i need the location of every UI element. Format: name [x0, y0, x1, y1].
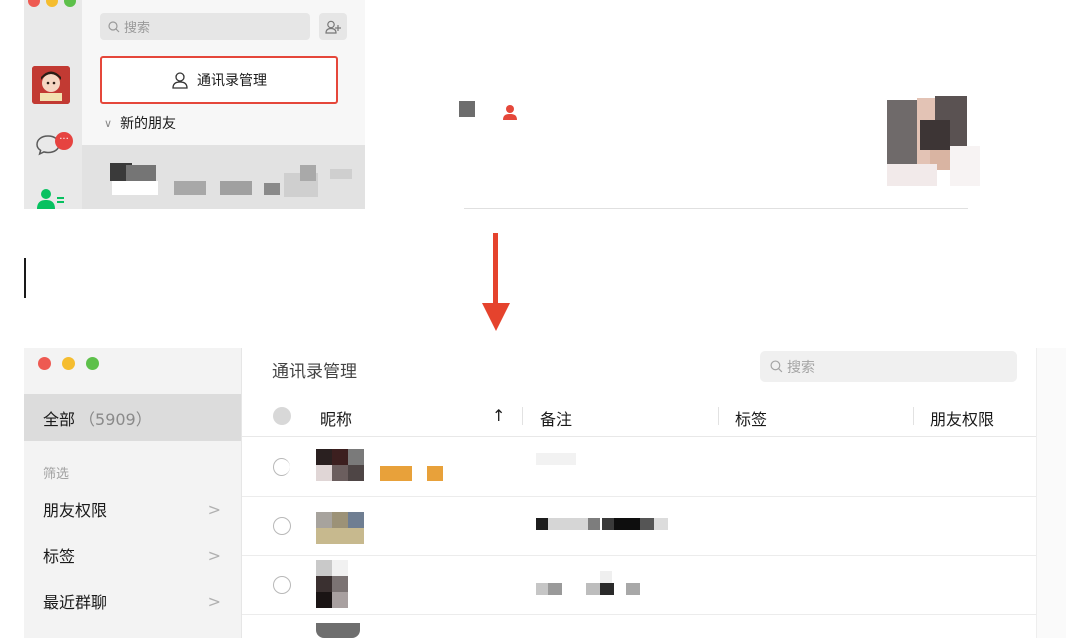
search-icon	[108, 20, 120, 32]
table-row[interactable]	[242, 555, 1036, 615]
close-window-dot[interactable]	[38, 357, 51, 370]
contacts-manage-label: 通讯录管理	[197, 73, 267, 89]
unread-badge: ···	[55, 132, 73, 150]
select-all-checkbox[interactable]	[273, 407, 291, 425]
column-divider[interactable]	[522, 407, 523, 425]
search-placeholder: 搜索	[787, 359, 815, 376]
blurred-image	[459, 101, 475, 117]
sidebar-item-label: 朋友权限	[43, 501, 108, 520]
person-red-icon	[503, 105, 517, 120]
search-input[interactable]: 搜索	[760, 351, 1017, 382]
new-friends-label: 新的朋友	[120, 116, 177, 132]
text-cursor	[24, 258, 26, 298]
maximize-window-dot[interactable]	[86, 357, 99, 370]
person-icon	[172, 72, 188, 89]
chevron-right-icon: >	[207, 591, 221, 611]
avatar	[316, 623, 360, 638]
contacts-icon[interactable]	[37, 188, 65, 209]
sidebar-item-friend-permissions[interactable]: 朋友权限 >	[24, 489, 241, 529]
column-header-friend-permissions[interactable]: 朋友权限	[930, 406, 994, 430]
column-divider[interactable]	[718, 407, 719, 425]
contacts-count: （5909）	[79, 409, 152, 429]
sort-ascending-icon[interactable]: ↑	[492, 406, 505, 425]
list-item[interactable]	[82, 145, 365, 209]
search-icon	[770, 360, 783, 373]
chevron-right-icon: >	[207, 499, 221, 519]
manage-main-panel: 通讯录管理 搜索 昵称 ↑ 备注 标签 朋友权限	[242, 348, 1036, 638]
add-contact-button[interactable]	[319, 13, 347, 40]
new-friends-section[interactable]: ∨ 新的朋友	[104, 113, 176, 133]
add-friend-icon	[325, 20, 341, 34]
page-title: 通讯录管理	[272, 362, 357, 382]
close-window-dot[interactable]	[28, 0, 40, 7]
row-checkbox[interactable]	[273, 576, 291, 594]
contacts-list-column: 搜索 通讯录管理 ∨ 新的朋友	[82, 0, 365, 209]
column-header-nickname[interactable]: 昵称	[320, 406, 352, 430]
left-nav-rail: ···	[24, 0, 82, 209]
down-arrow-icon	[493, 233, 498, 307]
minimize-window-dot[interactable]	[46, 0, 58, 7]
window-edge	[1036, 348, 1066, 638]
table-row[interactable]	[242, 437, 1036, 497]
divider	[464, 208, 968, 209]
column-header-tags[interactable]: 标签	[735, 406, 767, 430]
avatar[interactable]	[32, 66, 70, 104]
search-placeholder: 搜索	[124, 21, 151, 36]
table-header: 昵称 ↑ 备注 标签 朋友权限	[242, 396, 1036, 437]
sidebar-item-all[interactable]: 全部 （5909）	[24, 394, 241, 441]
row-checkbox[interactable]	[273, 517, 291, 535]
contacts-manage-button[interactable]: 通讯录管理	[100, 56, 338, 104]
row-checkbox[interactable]	[273, 458, 290, 476]
remark-text	[536, 453, 576, 465]
column-divider[interactable]	[913, 407, 914, 425]
down-arrow-head	[482, 303, 510, 331]
contacts-manage-window: 全部 （5909） 筛选 朋友权限 > 标签 > 最近群聊 > 通讯录管理 搜索	[24, 348, 1066, 638]
sidebar-item-tags[interactable]: 标签 >	[24, 535, 241, 575]
manage-sidebar: 全部 （5909） 筛选 朋友权限 > 标签 > 最近群聊 >	[24, 348, 242, 638]
minimize-window-dot[interactable]	[62, 357, 75, 370]
sidebar-item-recent-groups[interactable]: 最近群聊 >	[24, 581, 241, 621]
wechat-contacts-panel: ··· 搜索 通讯录管理 ∨ 新的朋友	[24, 0, 365, 209]
sidebar-item-all-label: 全部	[43, 409, 76, 429]
chevron-down-icon: ∨	[104, 116, 113, 130]
chevron-right-icon: >	[207, 545, 221, 565]
sidebar-item-label: 最近群聊	[43, 593, 108, 612]
nickname-emoji	[380, 466, 412, 481]
search-input[interactable]: 搜索	[100, 13, 310, 40]
sidebar-item-label: 标签	[43, 547, 76, 566]
filter-section-title: 筛选	[43, 467, 70, 482]
table-row[interactable]	[242, 496, 1036, 556]
column-header-remark[interactable]: 备注	[540, 406, 572, 430]
maximize-window-dot[interactable]	[64, 0, 76, 7]
